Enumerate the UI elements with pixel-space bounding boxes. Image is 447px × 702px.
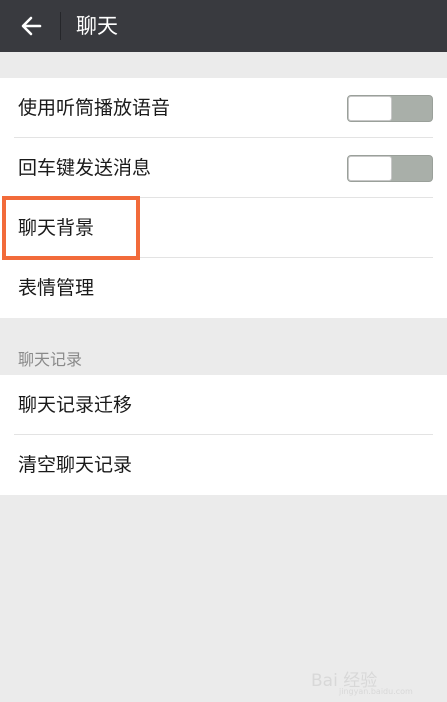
settings-row-label: 使用听筒播放语音: [18, 97, 171, 119]
history-row-label: 清空聊天记录: [18, 454, 133, 476]
top-bar: 聊天: [0, 0, 447, 52]
watermark-subtext: jingyan.baidu.com: [339, 687, 413, 696]
baidu-jingyan-watermark: Bai 经验 jingyan.baidu.com: [311, 660, 431, 696]
chat-history-section-header: 聊天记录: [18, 350, 83, 369]
settings-row-label: 回车键发送消息: [18, 157, 152, 179]
settings-row-label: 表情管理: [18, 277, 95, 299]
history-row-migrate[interactable]: 聊天记录迁移: [0, 375, 447, 435]
settings-row-sticker-management[interactable]: 表情管理: [0, 258, 447, 318]
enter-send-toggle[interactable]: [347, 155, 433, 182]
topbar-divider: [60, 12, 61, 40]
settings-row-label: 聊天背景: [18, 217, 95, 239]
arrow-left-icon: [21, 16, 42, 36]
settings-row-earpiece[interactable]: 使用听筒播放语音: [0, 78, 447, 138]
toggle-knob: [348, 156, 392, 181]
back-button[interactable]: [10, 6, 52, 46]
chat-history-section: 聊天记录迁移 清空聊天记录: [0, 375, 447, 495]
settings-row-enter-send[interactable]: 回车键发送消息: [0, 138, 447, 198]
earpiece-toggle[interactable]: [347, 95, 433, 122]
chat-settings-section: 使用听筒播放语音 回车键发送消息 聊天背景 表情管理: [0, 78, 447, 318]
history-row-label: 聊天记录迁移: [18, 394, 133, 416]
toggle-knob: [348, 96, 392, 121]
history-row-clear[interactable]: 清空聊天记录: [0, 435, 447, 495]
page-title: 聊天: [76, 14, 118, 38]
settings-row-chat-background[interactable]: 聊天背景: [0, 198, 447, 258]
